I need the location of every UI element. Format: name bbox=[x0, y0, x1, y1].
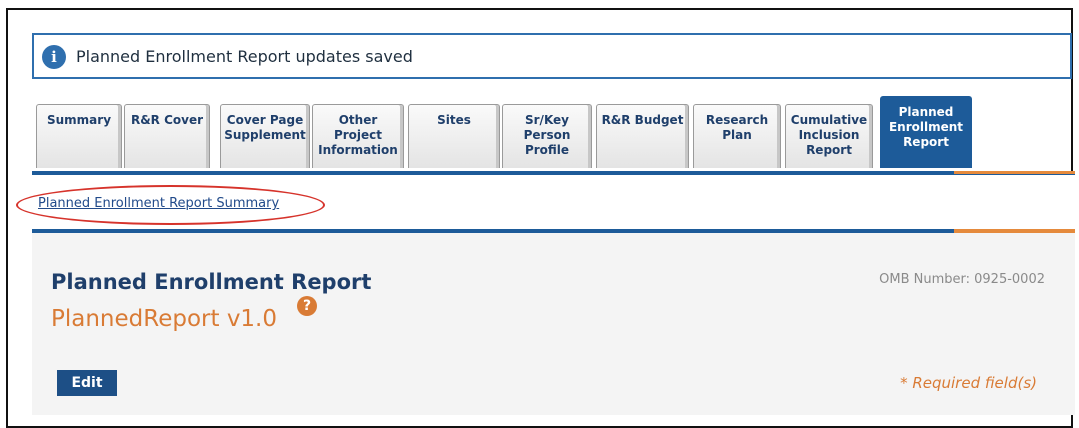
edit-button[interactable]: Edit bbox=[57, 370, 117, 396]
required-fields-note: * Required field(s) bbox=[900, 374, 1037, 392]
tab-sites[interactable]: Sites bbox=[408, 104, 500, 168]
tab-cover-page-supplement[interactable]: Cover Page Supplement bbox=[220, 104, 310, 168]
tab-research-plan[interactable]: Research Plan bbox=[693, 104, 781, 168]
info-icon: i bbox=[42, 45, 66, 69]
tab-planned-enrollment-report[interactable]: Planned Enrollment Report bbox=[880, 96, 972, 168]
tab-bar: Summary R&R Cover Cover Page Supplement … bbox=[32, 96, 1075, 172]
success-alert: i Planned Enrollment Report updates save… bbox=[32, 33, 1072, 79]
tab-rr-budget[interactable]: R&R Budget bbox=[596, 104, 689, 168]
highlight-ellipse bbox=[16, 185, 325, 225]
omb-number: OMB Number: 0925-0002 bbox=[879, 272, 1045, 287]
page-title: Planned Enrollment Report bbox=[51, 270, 372, 294]
tab-other-project-information[interactable]: Other Project Information bbox=[312, 104, 404, 168]
tab-cumulative-inclusion-report[interactable]: Cumulative Inclusion Report bbox=[785, 104, 873, 168]
tab-sr-key-person-profile[interactable]: Sr/Key Person Profile bbox=[502, 104, 592, 168]
tab-summary[interactable]: Summary bbox=[36, 104, 122, 168]
alert-message: Planned Enrollment Report updates saved bbox=[76, 47, 413, 66]
help-icon[interactable]: ? bbox=[297, 296, 317, 316]
form-version: PlannedReport v1.0 bbox=[51, 306, 278, 332]
tab-rr-cover[interactable]: R&R Cover bbox=[124, 104, 210, 168]
accent-edge bbox=[954, 171, 1075, 174]
